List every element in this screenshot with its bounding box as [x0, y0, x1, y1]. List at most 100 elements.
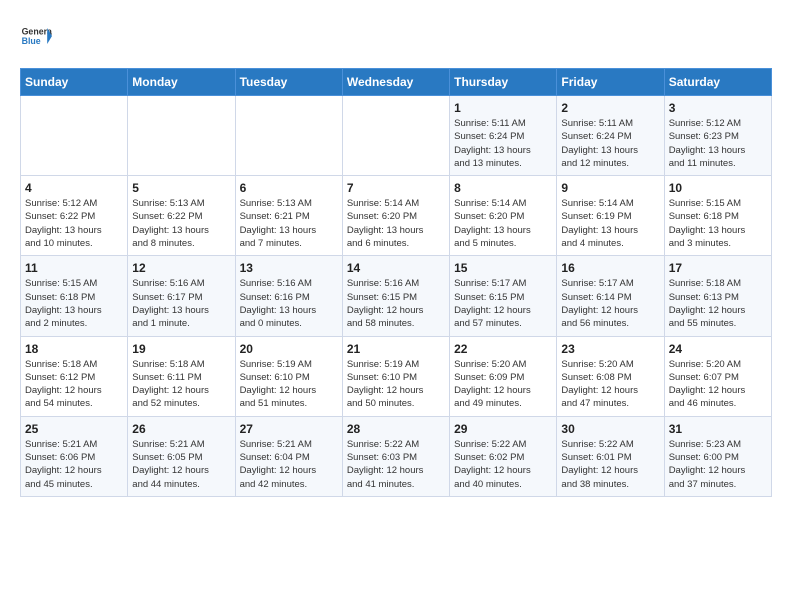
cell-info: Sunrise: 5:18 AM [669, 277, 767, 290]
cell-info: Sunrise: 5:16 AM [132, 277, 230, 290]
cell-info: Sunset: 6:10 PM [240, 371, 338, 384]
day-number: 6 [240, 181, 338, 195]
calendar-cell [342, 96, 449, 176]
cell-info: Daylight: 13 hours [454, 144, 552, 157]
cell-info: Sunset: 6:13 PM [669, 291, 767, 304]
cell-info: and 2 minutes. [25, 317, 123, 330]
calendar-cell: 30 Sunrise: 5:22 AMSunset: 6:01 PMDayligh… [557, 416, 664, 496]
calendar-cell: 1Sunrise: 5:11 AMSunset: 6:24 PMDaylight… [450, 96, 557, 176]
calendar-cell: 29Sunrise: 5:22 AMSunset: 6:02 PMDayligh… [450, 416, 557, 496]
calendar-cell: 21Sunrise: 5:19 AMSunset: 6:10 PMDayligh… [342, 336, 449, 416]
cell-info: and 42 minutes. [240, 478, 338, 491]
day-number: 21 [347, 342, 445, 356]
cell-info: Sunset: 6:02 PM [454, 451, 552, 464]
cell-info: Sunrise: 5:18 AM [25, 358, 123, 371]
cell-info: Sunset: 6:01 PM [561, 451, 659, 464]
cell-info: Sunset: 6:08 PM [561, 371, 659, 384]
day-number: 11 [25, 261, 123, 275]
cell-info: Sunrise: 5:14 AM [561, 197, 659, 210]
day-number: 23 [561, 342, 659, 356]
cell-info: and 47 minutes. [561, 397, 659, 410]
weekday-header: Wednesday [342, 69, 449, 96]
calendar-cell: 9Sunrise: 5:14 AMSunset: 6:19 PMDaylight… [557, 176, 664, 256]
cell-info: and 55 minutes. [669, 317, 767, 330]
cell-info: Sunrise: 5:21 AM [25, 438, 123, 451]
calendar-cell [128, 96, 235, 176]
cell-info: Daylight: 13 hours [669, 224, 767, 237]
svg-text:Blue: Blue [22, 36, 41, 46]
cell-info: Sunrise: 5:21 AM [240, 438, 338, 451]
cell-info: Sunset: 6:22 PM [132, 210, 230, 223]
cell-info: Sunrise: 5:14 AM [454, 197, 552, 210]
logo-icon: General Blue [20, 20, 52, 52]
calendar-cell: 19Sunrise: 5:18 AMSunset: 6:11 PMDayligh… [128, 336, 235, 416]
cell-info: Sunset: 6:17 PM [132, 291, 230, 304]
cell-info: Sunrise: 5:22 AM [561, 438, 659, 451]
cell-info: Sunrise: 5:17 AM [561, 277, 659, 290]
weekday-header: Monday [128, 69, 235, 96]
cell-info: Daylight: 12 hours [132, 464, 230, 477]
cell-info: and 7 minutes. [240, 237, 338, 250]
day-number: 8 [454, 181, 552, 195]
cell-info: Daylight: 13 hours [132, 224, 230, 237]
cell-info: Sunrise: 5:16 AM [240, 277, 338, 290]
cell-info: Daylight: 13 hours [132, 304, 230, 317]
cell-info: and 54 minutes. [25, 397, 123, 410]
cell-info: and 5 minutes. [454, 237, 552, 250]
cell-info: and 4 minutes. [561, 237, 659, 250]
cell-info: Sunset: 6:23 PM [669, 130, 767, 143]
calendar-cell: 14Sunrise: 5:16 AMSunset: 6:15 PMDayligh… [342, 256, 449, 336]
calendar-cell [21, 96, 128, 176]
logo: General Blue [20, 20, 52, 52]
calendar-cell: 7Sunrise: 5:14 AMSunset: 6:20 PMDaylight… [342, 176, 449, 256]
day-number: 17 [669, 261, 767, 275]
cell-info: and 50 minutes. [347, 397, 445, 410]
cell-info: Daylight: 13 hours [561, 224, 659, 237]
cell-info: and 46 minutes. [669, 397, 767, 410]
calendar-cell: 12Sunrise: 5:16 AMSunset: 6:17 PMDayligh… [128, 256, 235, 336]
calendar-cell: 26Sunrise: 5:21 AMSunset: 6:05 PMDayligh… [128, 416, 235, 496]
cell-info: Sunset: 6:20 PM [454, 210, 552, 223]
cell-info: Sunset: 6:18 PM [669, 210, 767, 223]
calendar-cell: 4Sunrise: 5:12 AMSunset: 6:22 PMDaylight… [21, 176, 128, 256]
day-number: 28 [347, 422, 445, 436]
cell-info: Daylight: 13 hours [561, 144, 659, 157]
day-number: 22 [454, 342, 552, 356]
page-header: General Blue [20, 20, 772, 52]
cell-info: Daylight: 13 hours [240, 304, 338, 317]
cell-info: Sunset: 6:04 PM [240, 451, 338, 464]
cell-info: Daylight: 13 hours [25, 304, 123, 317]
cell-info: Sunset: 6:15 PM [347, 291, 445, 304]
calendar-cell: 24Sunrise: 5:20 AMSunset: 6:07 PMDayligh… [664, 336, 771, 416]
cell-info: and 52 minutes. [132, 397, 230, 410]
cell-info: Sunset: 6:14 PM [561, 291, 659, 304]
cell-info: and 40 minutes. [454, 478, 552, 491]
cell-info: Sunset: 6:03 PM [347, 451, 445, 464]
calendar-cell: 6Sunrise: 5:13 AMSunset: 6:21 PMDaylight… [235, 176, 342, 256]
cell-info: and 51 minutes. [240, 397, 338, 410]
weekday-header-row: SundayMondayTuesdayWednesdayThursdayFrid… [21, 69, 772, 96]
day-number: 31 [669, 422, 767, 436]
calendar-cell: 25Sunrise: 5:21 AMSunset: 6:06 PMDayligh… [21, 416, 128, 496]
calendar-cell: 5Sunrise: 5:13 AMSunset: 6:22 PMDaylight… [128, 176, 235, 256]
cell-info: Sunset: 6:11 PM [132, 371, 230, 384]
cell-info: Sunrise: 5:20 AM [669, 358, 767, 371]
cell-info: Daylight: 12 hours [25, 384, 123, 397]
cell-info: Daylight: 12 hours [454, 304, 552, 317]
cell-info: Daylight: 12 hours [240, 464, 338, 477]
cell-info: Daylight: 12 hours [347, 304, 445, 317]
day-number: 29 [454, 422, 552, 436]
cell-info: and 13 minutes. [454, 157, 552, 170]
cell-info: Sunrise: 5:22 AM [454, 438, 552, 451]
cell-info: Daylight: 12 hours [561, 464, 659, 477]
weekday-header: Sunday [21, 69, 128, 96]
day-number: 26 [132, 422, 230, 436]
cell-info: Daylight: 12 hours [454, 384, 552, 397]
day-number: 30 [561, 422, 659, 436]
cell-info: Daylight: 12 hours [669, 304, 767, 317]
cell-info: and 41 minutes. [347, 478, 445, 491]
cell-info: Sunset: 6:16 PM [240, 291, 338, 304]
day-number: 18 [25, 342, 123, 356]
cell-info: Daylight: 12 hours [347, 384, 445, 397]
cell-info: Sunrise: 5:18 AM [132, 358, 230, 371]
